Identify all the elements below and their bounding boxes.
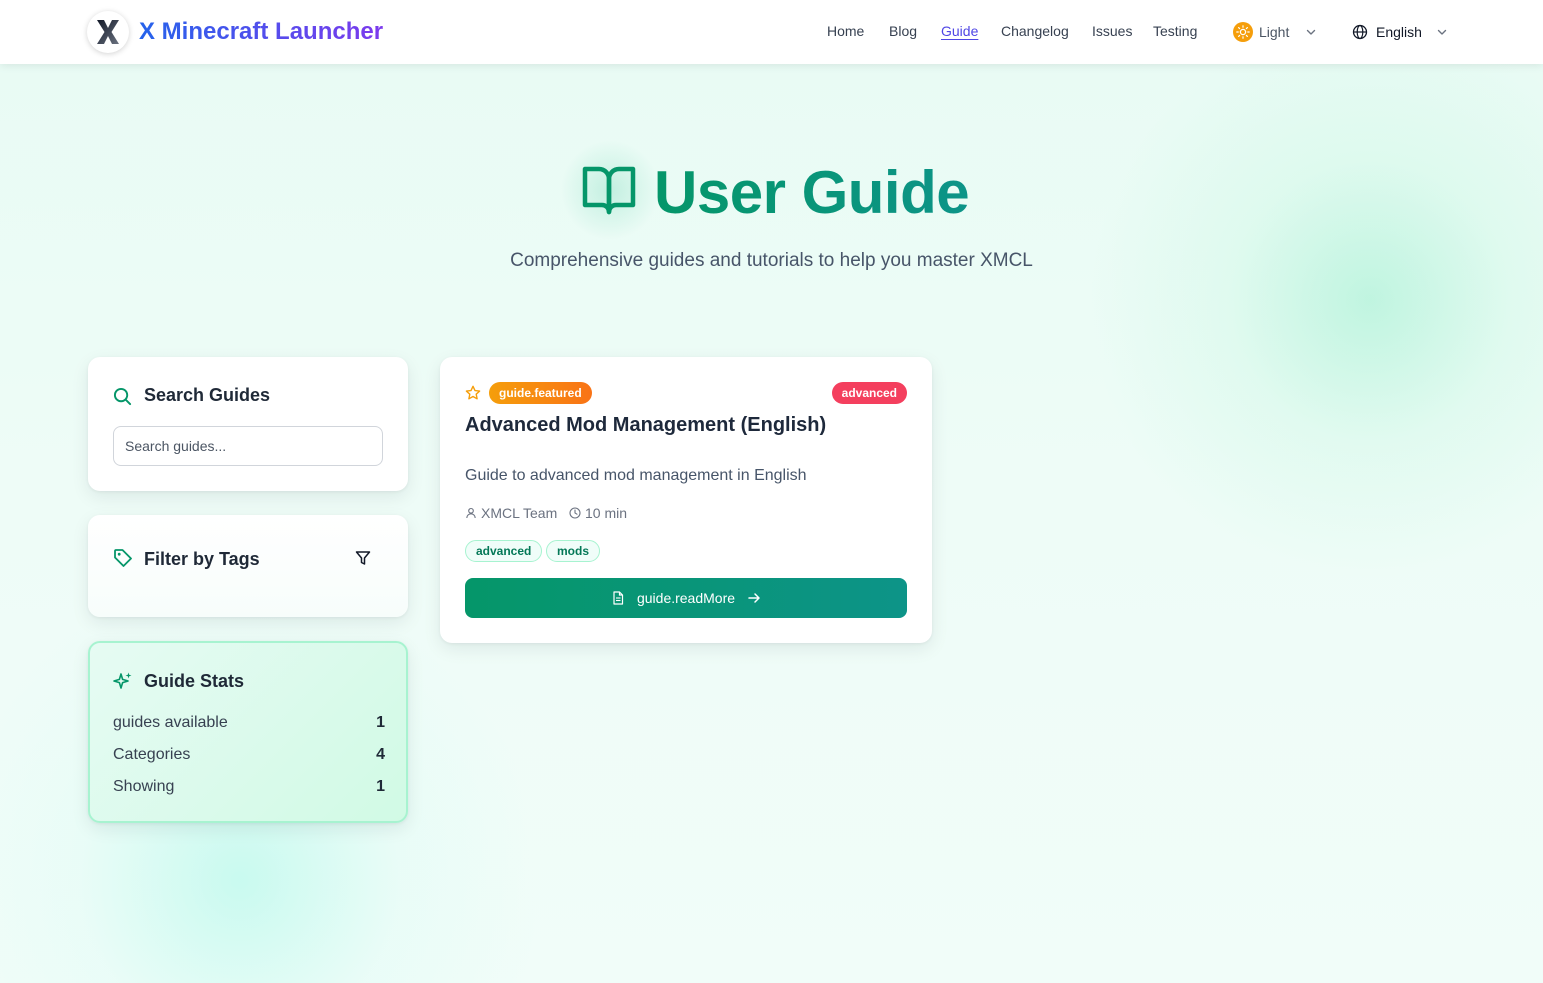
tag-chip[interactable]: mods <box>546 540 601 562</box>
sparkles-icon <box>113 672 132 689</box>
guide-card[interactable]: guide.featured advanced Advanced Mod Man… <box>440 357 932 643</box>
guide-stats-card: Guide Stats guides available 1 Categorie… <box>88 641 408 823</box>
arrow-right-icon <box>748 593 760 603</box>
star-icon <box>465 385 481 400</box>
tag-icon <box>114 549 132 567</box>
sun-icon <box>1233 22 1253 42</box>
stat-label: Showing <box>113 778 175 795</box>
language-label: English <box>1376 24 1422 40</box>
read-time: 10 min <box>585 505 628 521</box>
language-selector[interactable]: English <box>1352 22 1448 42</box>
globe-icon <box>1352 24 1368 40</box>
filter-card-title: Filter by Tags <box>144 549 260 569</box>
author-name: XMCL Team <box>481 505 558 521</box>
nav-blog[interactable]: Blog <box>889 23 917 39</box>
stat-value: 1 <box>376 714 385 731</box>
stat-label: guides available <box>113 714 228 731</box>
filter-tags-card: Filter by Tags <box>88 515 408 617</box>
stat-value: 4 <box>376 746 385 763</box>
nav-guide[interactable]: Guide <box>941 23 978 39</box>
read-more-button[interactable]: guide.readMore <box>465 578 907 618</box>
stat-row-categories: Categories 4 <box>113 746 385 764</box>
app-title[interactable]: X Minecraft Launcher <box>139 18 383 46</box>
guide-title[interactable]: Advanced Mod Management (English) <box>465 414 826 437</box>
featured-badge: guide.featured <box>489 382 592 404</box>
nav-testing[interactable]: Testing <box>1153 23 1197 39</box>
search-card-title: Search Guides <box>144 385 271 405</box>
theme-selector[interactable]: Light <box>1233 22 1317 42</box>
tag-chip[interactable]: advanced <box>465 540 543 562</box>
top-navbar: X Minecraft Launcher Home Blog Guide Cha… <box>0 0 1543 64</box>
search-guides-card: Search Guides <box>88 357 408 491</box>
x-logo-icon <box>97 20 119 44</box>
guide-read-time: 10 min <box>569 505 627 521</box>
read-more-label: guide.readMore <box>636 590 736 606</box>
book-open-icon <box>582 166 636 215</box>
filter-icon[interactable] <box>355 550 371 566</box>
document-icon <box>613 591 624 605</box>
nav-changelog[interactable]: Changelog <box>1001 23 1069 39</box>
clock-icon <box>569 507 581 519</box>
stat-row-guides: guides available 1 <box>113 714 385 732</box>
app-logo[interactable] <box>87 11 129 53</box>
stats-card-title: Guide Stats <box>144 671 245 691</box>
chevron-down-icon <box>1307 29 1316 35</box>
nav-home[interactable]: Home <box>827 23 864 39</box>
user-icon <box>466 507 476 519</box>
level-badge: advanced <box>831 382 907 404</box>
guide-author: XMCL Team <box>465 505 557 521</box>
page-subtitle: Comprehensive guides and tutorials to he… <box>510 250 1033 271</box>
stat-label: Categories <box>113 746 191 763</box>
search-input[interactable] <box>113 426 383 466</box>
search-icon <box>113 387 132 406</box>
chevron-down-icon <box>1437 29 1447 35</box>
theme-label: Light <box>1259 24 1290 40</box>
page-title: User Guide <box>654 159 970 226</box>
guide-description: Guide to advanced mod management in Engl… <box>465 467 807 484</box>
nav-issues[interactable]: Issues <box>1092 23 1132 39</box>
stat-value: 1 <box>376 778 385 795</box>
stat-row-showing: Showing 1 <box>113 778 385 796</box>
